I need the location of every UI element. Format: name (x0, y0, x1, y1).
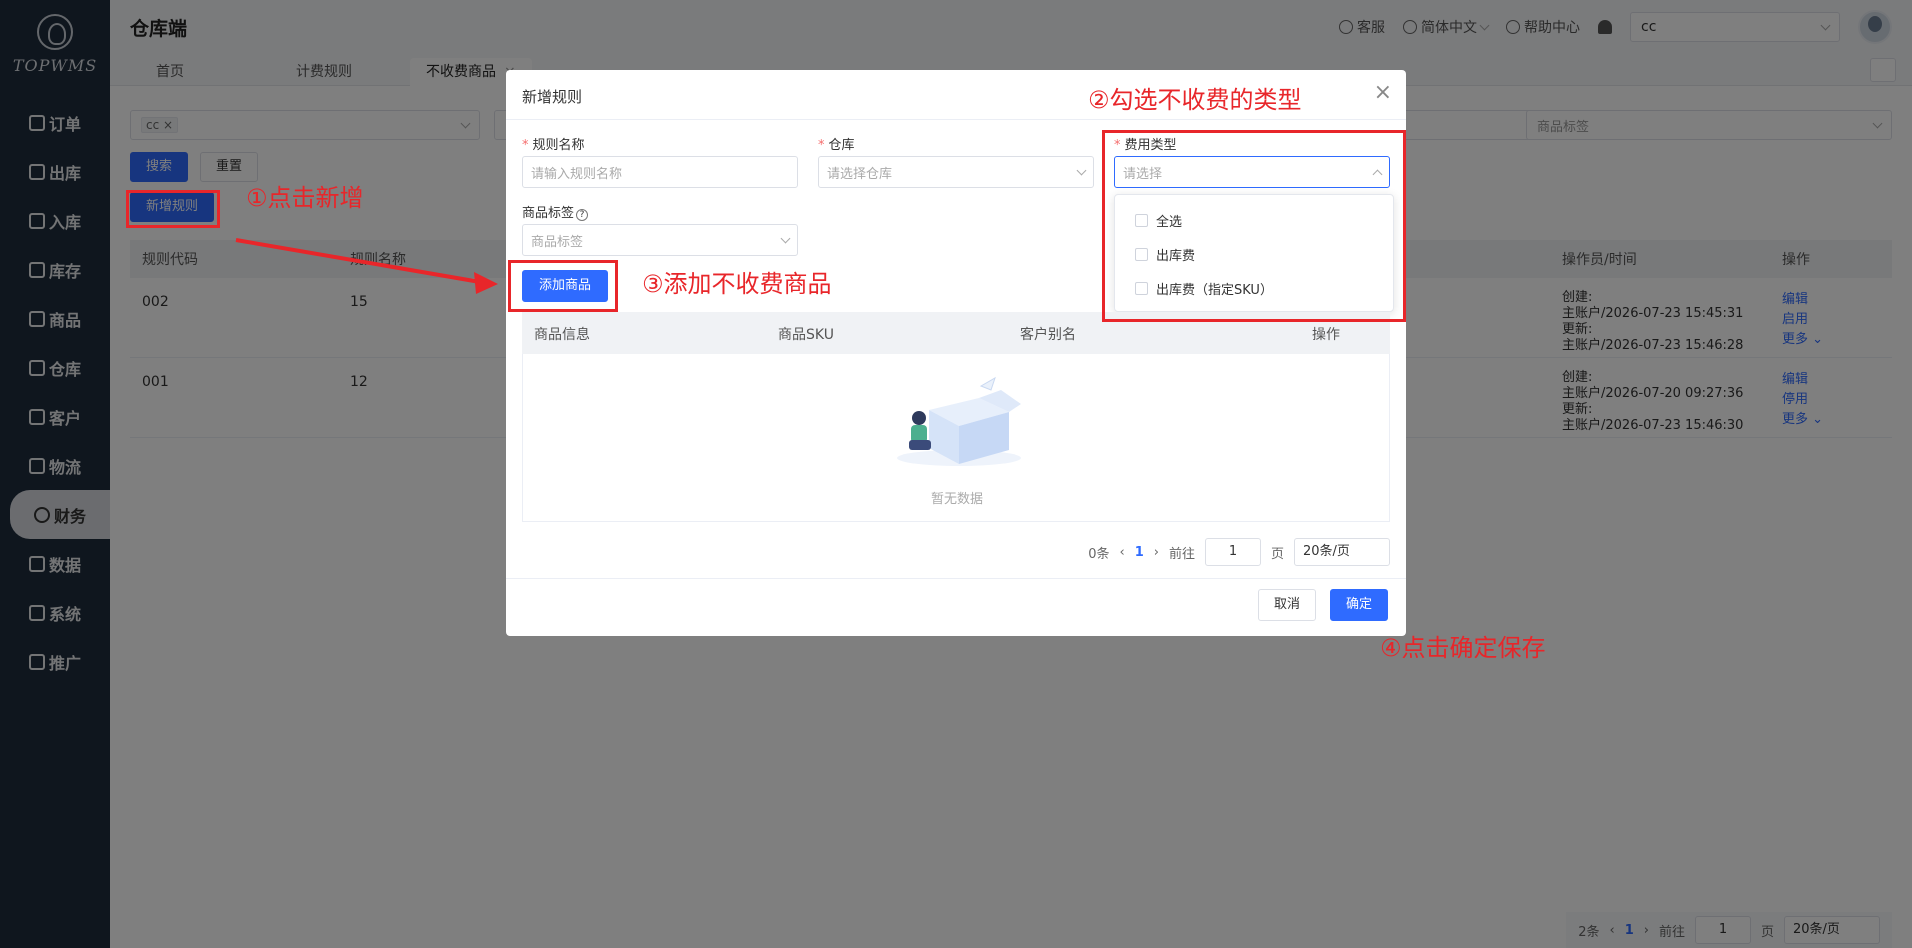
annotation-arrow (235, 238, 498, 294)
